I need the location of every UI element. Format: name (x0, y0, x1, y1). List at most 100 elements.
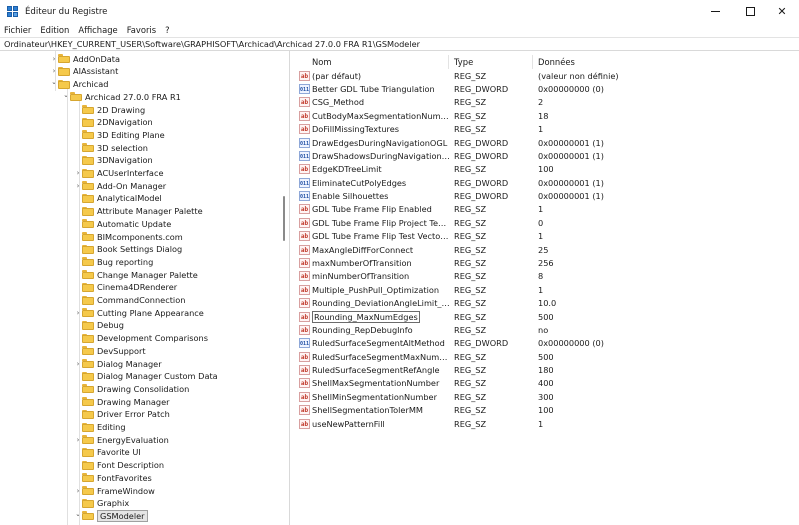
tree-node[interactable]: Book Settings Dialog (74, 243, 182, 256)
tree-node-label: AddOnData (73, 53, 121, 64)
chevron-down-icon[interactable]: ⌄ (74, 509, 82, 519)
column-separator[interactable] (532, 55, 533, 69)
menu-help[interactable]: ? (165, 25, 169, 35)
value-row[interactable]: 011 DrawShadowsDuringNavigationOGL REG_DWO… (296, 149, 799, 162)
tree-node[interactable]: › AIAssistant (50, 65, 119, 78)
tree-node[interactable]: 3D selection (74, 141, 148, 154)
tree-node[interactable]: Graphix (74, 497, 129, 510)
tree-node[interactable]: Dialog Manager Custom Data (74, 370, 218, 383)
value-row[interactable]: ab MaxAngleDiffForConnect REG_SZ 25 (296, 243, 799, 256)
value-type: REG_SZ (454, 164, 487, 175)
tree-node[interactable]: › EnergyEvaluation (74, 434, 169, 447)
tree-node[interactable]: Development Comparisons (74, 332, 208, 345)
tree-node[interactable]: Automatic Update (74, 218, 171, 231)
column-header-type[interactable]: Type (454, 56, 473, 68)
tree-node[interactable]: 2D Drawing (74, 103, 145, 116)
value-row[interactable]: ab maxNumberOfTransition REG_SZ 256 (296, 256, 799, 269)
value-row[interactable]: 011 Enable Silhouettes REG_DWORD 0x00000001… (296, 189, 799, 202)
chevron-right-icon[interactable]: › (74, 486, 82, 496)
tree-node[interactable]: Bug reporting (74, 256, 153, 269)
tree-node[interactable]: › FrameWindow (74, 484, 155, 497)
tree-node[interactable]: ⌄ Archicad (50, 78, 108, 91)
tree-node[interactable]: › Add-On Manager (74, 180, 167, 193)
menu-fichier[interactable]: Fichier (4, 25, 31, 35)
tree-node[interactable]: Debug (74, 319, 124, 332)
tree-node[interactable]: › AddOnData (50, 53, 120, 66)
value-row[interactable]: ab useNewPatternFill REG_SZ 1 (296, 417, 799, 430)
close-button[interactable]: ✕ (759, 0, 799, 23)
chevron-down-icon[interactable]: ⌄ (50, 77, 58, 87)
tree-node[interactable]: Editing (74, 421, 126, 434)
value-row[interactable]: 011 RuledSurfaceSegmentAltMethod REG_DWORD… (296, 337, 799, 350)
value-row[interactable]: ab Multiple_PushPull_Optimization REG_SZ 1 (296, 283, 799, 296)
value-row[interactable]: ab ShellMaxSegmentationNumber REG_SZ 400 (296, 377, 799, 390)
value-row[interactable]: ab GDL Tube Frame Flip Enabled REG_SZ 1 (296, 203, 799, 216)
tree-node[interactable]: Drawing Consolidation (74, 383, 189, 396)
tree-node[interactable]: 3DNavigation (74, 154, 153, 167)
value-row[interactable]: ab (par défaut) REG_SZ (valeur non définie) (296, 69, 799, 82)
tree-node[interactable]: Cinema4DRenderer (74, 281, 177, 294)
chevron-right-icon[interactable]: › (74, 435, 82, 445)
value-row[interactable]: ab Rounding_MaxNumEdges REG_SZ 500 (296, 310, 799, 323)
tree-node[interactable]: › ACUserInterface (74, 167, 164, 180)
tree-node[interactable]: FontFavorites (74, 472, 152, 485)
tree-node[interactable]: Attribute Manager Palette (74, 205, 203, 218)
value-row[interactable]: ab CutBodyMaxSegmentationNumber REG_SZ 18 (296, 109, 799, 122)
tree-node[interactable]: 2DNavigation (74, 116, 153, 129)
value-data: 1 (538, 124, 544, 135)
value-row[interactable]: 011 Better GDL Tube Triangulation REG_DWOR… (296, 82, 799, 95)
tree-node[interactable]: AnalyticalModel (74, 192, 162, 205)
tree-node[interactable]: Favorite UI (74, 446, 141, 459)
value-row[interactable]: ab Rounding_DeviationAngleLimit_de... REG_… (296, 296, 799, 309)
tree-node[interactable]: Font Description (74, 459, 164, 472)
value-row[interactable]: 011 DrawEdgesDuringNavigationOGL REG_DWORD… (296, 136, 799, 149)
value-row[interactable]: ab minNumberOfTransition REG_SZ 8 (296, 270, 799, 283)
chevron-right-icon[interactable]: › (74, 168, 82, 178)
value-row[interactable]: ab CSG_Method REG_SZ 2 (296, 96, 799, 109)
column-header-data[interactable]: Données (538, 56, 575, 68)
tree-node-label: GSModeler (97, 509, 148, 522)
value-row[interactable]: ab RuledSurfaceSegmentRefAngle REG_SZ 180 (296, 363, 799, 376)
menu-edition[interactable]: Edition (40, 25, 69, 35)
tree-node-label: Drawing Manager (97, 396, 170, 407)
tree-node[interactable]: DevSupport (74, 345, 146, 358)
tree-node[interactable]: BIMcomponents.com (74, 230, 183, 243)
tree-node[interactable]: ⌄ GSModeler (74, 509, 148, 523)
chevron-right-icon[interactable]: › (74, 181, 82, 191)
chevron-down-icon[interactable]: ⌄ (62, 90, 70, 100)
key-tree[interactable]: › AddOnData › AIAssistant ⌄ Archicad ⌄ Archicad… (0, 51, 290, 525)
value-row[interactable]: ab GDL Tube Frame Flip Test Vector Se... R… (296, 230, 799, 243)
tree-node[interactable]: CommandConnection (74, 294, 185, 307)
tree-node[interactable]: Driver Error Patch (74, 408, 170, 421)
chevron-right-icon[interactable]: › (74, 359, 82, 369)
tree-node[interactable]: › Cutting Plane Appearance (74, 307, 204, 320)
tree-node[interactable]: › Dialog Manager (74, 357, 162, 370)
tree-node[interactable]: Change Manager Palette (74, 268, 198, 281)
column-separator[interactable] (448, 55, 449, 69)
menu-affichage[interactable]: Affichage (78, 25, 117, 35)
folder-icon (82, 130, 94, 140)
value-row[interactable]: ab RuledSurfaceSegmentMaxNumber REG_SZ 500 (296, 350, 799, 363)
tree-node-label: Drawing Consolidation (97, 383, 190, 394)
chevron-right-icon[interactable]: › (74, 308, 82, 318)
chevron-right-icon[interactable]: › (50, 66, 58, 76)
value-type: REG_DWORD (454, 177, 509, 188)
tree-node[interactable]: Drawing Manager (74, 395, 170, 408)
value-row[interactable]: ab DoFillMissingTextures REG_SZ 1 (296, 123, 799, 136)
menu-favoris[interactable]: Favoris (127, 25, 156, 35)
column-header-name[interactable]: Nom (312, 56, 332, 68)
value-row[interactable]: ab ShellMinSegmentationNumber REG_SZ 300 (296, 390, 799, 403)
value-row[interactable]: 011 EliminateCutPolyEdges REG_DWORD 0x00000… (296, 176, 799, 189)
value-row[interactable]: ab GDL Tube Frame Flip Project Test V... R… (296, 216, 799, 229)
value-row[interactable]: ab Rounding_RepDebugInfo REG_SZ no (296, 323, 799, 336)
tree-node-label: DevSupport (97, 345, 146, 356)
folder-icon (82, 371, 94, 381)
address-bar[interactable]: Ordinateur\HKEY_CURRENT_USER\Software\GR… (0, 37, 799, 51)
tree-scrollbar-thumb[interactable] (283, 196, 285, 241)
values-list[interactable]: Nom Type Données ab (par défaut) REG_SZ (va… (296, 51, 799, 525)
chevron-right-icon[interactable]: › (50, 54, 58, 64)
tree-node[interactable]: 3D Editing Plane (74, 129, 165, 142)
value-row[interactable]: ab EdgeKDTreeLimit REG_SZ 100 (296, 163, 799, 176)
value-row[interactable]: ab ShellSegmentationTolerMM REG_SZ 100 (296, 404, 799, 417)
